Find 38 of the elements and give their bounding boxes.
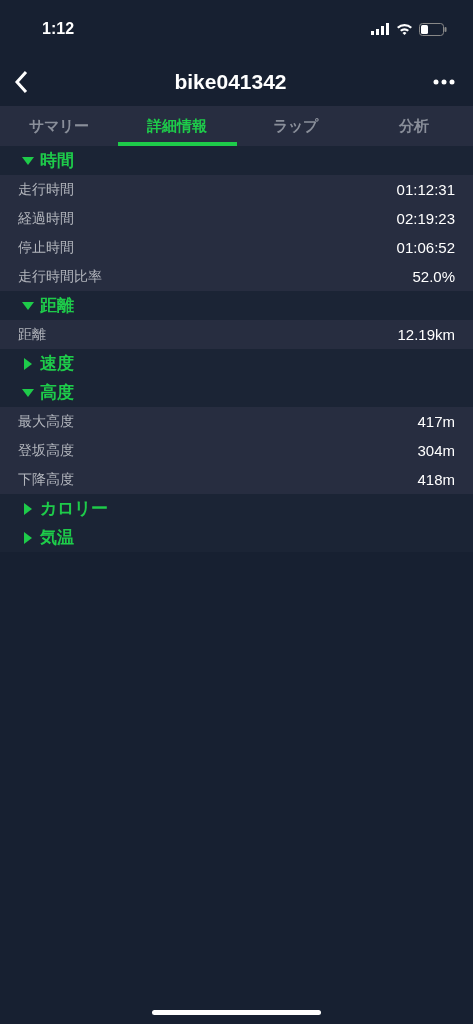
row-value: 01:06:52 bbox=[396, 239, 455, 256]
row-value: 01:12:31 bbox=[396, 181, 455, 198]
caret-down-icon bbox=[22, 154, 34, 167]
caret-down-icon bbox=[22, 299, 34, 312]
tab[interactable]: サマリー bbox=[0, 106, 119, 146]
row-label: 経過時間 bbox=[18, 209, 74, 228]
page-title: bike041342 bbox=[174, 70, 287, 94]
battery-icon bbox=[419, 22, 447, 36]
row-label: 登坂高度 bbox=[18, 441, 74, 460]
back-button[interactable] bbox=[14, 70, 28, 94]
caret-right-icon bbox=[22, 357, 34, 370]
more-button[interactable] bbox=[433, 79, 455, 85]
row-value: 12.19km bbox=[397, 326, 455, 343]
row-label: 走行時間比率 bbox=[18, 267, 102, 286]
wifi-icon bbox=[396, 23, 413, 35]
section-header[interactable]: 高度 bbox=[0, 378, 473, 407]
row-label: 停止時間 bbox=[18, 238, 74, 257]
tab[interactable]: ラップ bbox=[236, 106, 355, 146]
section-header[interactable]: 距離 bbox=[0, 291, 473, 320]
signal-icon bbox=[371, 23, 390, 35]
tab[interactable]: 分析 bbox=[354, 106, 473, 146]
row-label: 下降高度 bbox=[18, 470, 74, 489]
status-time: 1:12 bbox=[42, 20, 75, 38]
section-header[interactable]: 速度 bbox=[0, 349, 473, 378]
section-header[interactable]: 気温 bbox=[0, 523, 473, 552]
row-value: 52.0% bbox=[412, 268, 455, 285]
section-header[interactable]: カロリー bbox=[0, 494, 473, 523]
caret-down-icon bbox=[22, 386, 34, 399]
row-label: 最大高度 bbox=[18, 412, 74, 431]
section-header[interactable]: 時間 bbox=[0, 146, 473, 175]
caret-right-icon bbox=[22, 531, 34, 544]
row-value: 417m bbox=[417, 413, 455, 430]
row-value: 02:19:23 bbox=[396, 210, 455, 227]
row-label: 走行時間 bbox=[18, 180, 74, 199]
row-label: 距離 bbox=[18, 325, 46, 344]
row-value: 304m bbox=[417, 442, 455, 459]
row-value: 418m bbox=[417, 471, 455, 488]
caret-right-icon bbox=[22, 502, 34, 515]
